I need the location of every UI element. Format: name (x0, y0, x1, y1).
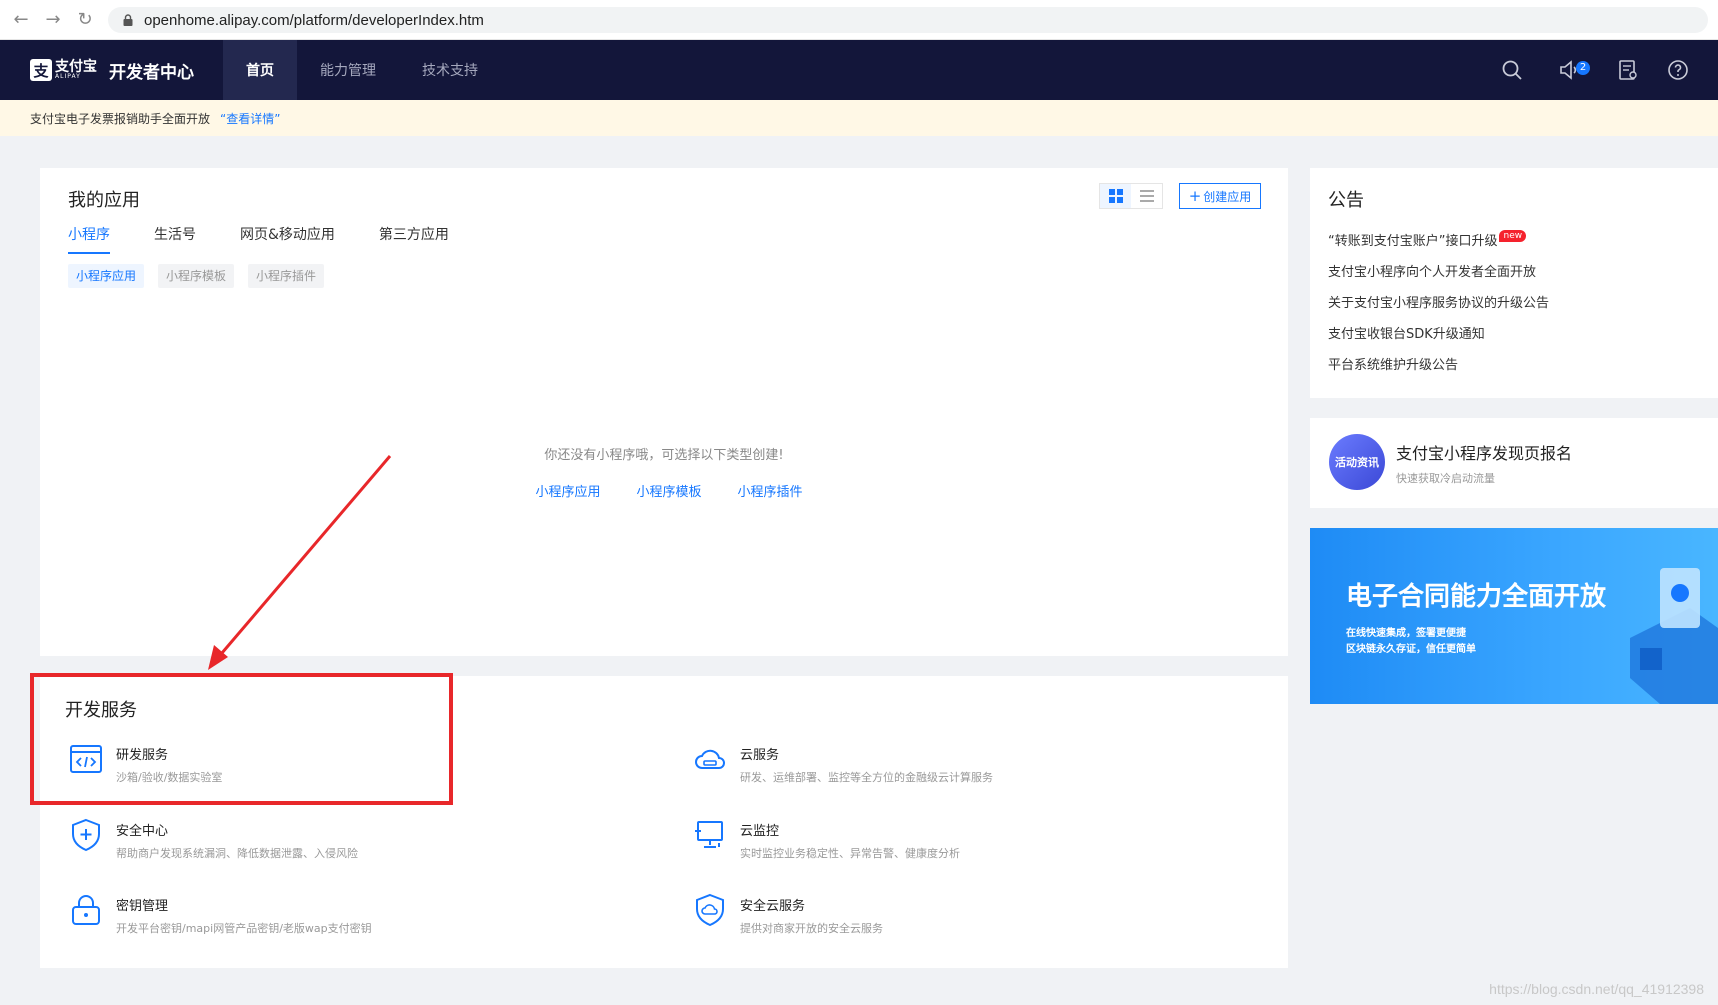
service-desc: 提供对商家开放的安全云服务 (740, 922, 883, 935)
service-cloud-monitor[interactable]: 云监控 实时监控业务稳定性、异常告警、健康度分析 (692, 817, 960, 861)
service-desc: 实时监控业务稳定性、异常告警、健康度分析 (740, 847, 960, 860)
announcements-panel: 公告 “转账到支付宝账户”接口升级 new 支付宝小程序向个人开发者全面开放 关于… (1310, 168, 1718, 398)
banner-line-2: 区块链永久存证，信任更简单 (1346, 644, 1476, 655)
announcement-item[interactable]: 平台系统维护升级公告 (1328, 354, 1458, 373)
activity-title: 支付宝小程序发现页报名 (1396, 444, 1573, 463)
service-name: 云服务 (740, 748, 780, 763)
activity-subtitle: 快速获取冷启动流量 (1396, 472, 1495, 485)
announcement-item[interactable]: 支付宝小程序向个人开发者全面开放 (1328, 261, 1536, 280)
activity-card[interactable]: 活动资讯 支付宝小程序发现页报名 快速获取冷启动流量 (1310, 418, 1718, 508)
service-name: 密钥管理 (116, 899, 169, 914)
cloud-icon (695, 749, 725, 769)
banner-title: 电子合同能力全面开放 (1346, 582, 1607, 612)
banner-line-1: 在线快速集成，签署更便捷 (1346, 628, 1466, 639)
activity-badge: 活动资讯 (1329, 434, 1385, 490)
red-highlight-box (30, 673, 453, 805)
service-security-cloud[interactable]: 安全云服务 提供对商家开放的安全云服务 (692, 892, 883, 936)
service-cloud[interactable]: 云服务 研发、运维部署、监控等全方位的金融级云计算服务 (692, 741, 993, 785)
announcement-item[interactable]: 支付宝收银台SDK升级通知 (1328, 323, 1485, 342)
announcements-title: 公告 (1328, 190, 1364, 211)
shield-plus-icon (72, 818, 100, 852)
service-desc: 帮助商户发现系统漏洞、降低数据泄露、入侵风险 (116, 847, 358, 860)
contract-illustration-icon (1630, 568, 1718, 704)
service-desc: 研发、运维部署、监控等全方位的金融级云计算服务 (740, 771, 993, 784)
lock-icon (72, 895, 100, 925)
service-name: 安全云服务 (740, 899, 806, 914)
new-badge: new (1499, 230, 1527, 242)
service-name: 安全中心 (116, 824, 169, 839)
announcement-item[interactable]: 关于支付宝小程序服务协议的升级公告 (1328, 292, 1549, 311)
promo-banner[interactable]: 电子合同能力全面开放 在线快速集成，签署更便捷 区块链永久存证，信任更简单 (1310, 528, 1718, 704)
announcement-item[interactable]: “转账到支付宝账户”接口升级 new (1328, 230, 1527, 249)
service-name: 云监控 (740, 824, 780, 839)
service-security-center[interactable]: 安全中心 帮助商户发现系统漏洞、降低数据泄露、入侵风险 (68, 817, 358, 861)
monitor-icon (695, 821, 723, 848)
service-desc: 开发平台密钥/mapi网管产品密钥/老版wap支付密钥 (116, 922, 372, 935)
watermark: https://blog.csdn.net/qq_41912398 (1489, 981, 1704, 997)
service-key-management[interactable]: 密钥管理 开发平台密钥/mapi网管产品密钥/老版wap支付密钥 (68, 892, 372, 936)
shield-cloud-icon (696, 893, 724, 927)
